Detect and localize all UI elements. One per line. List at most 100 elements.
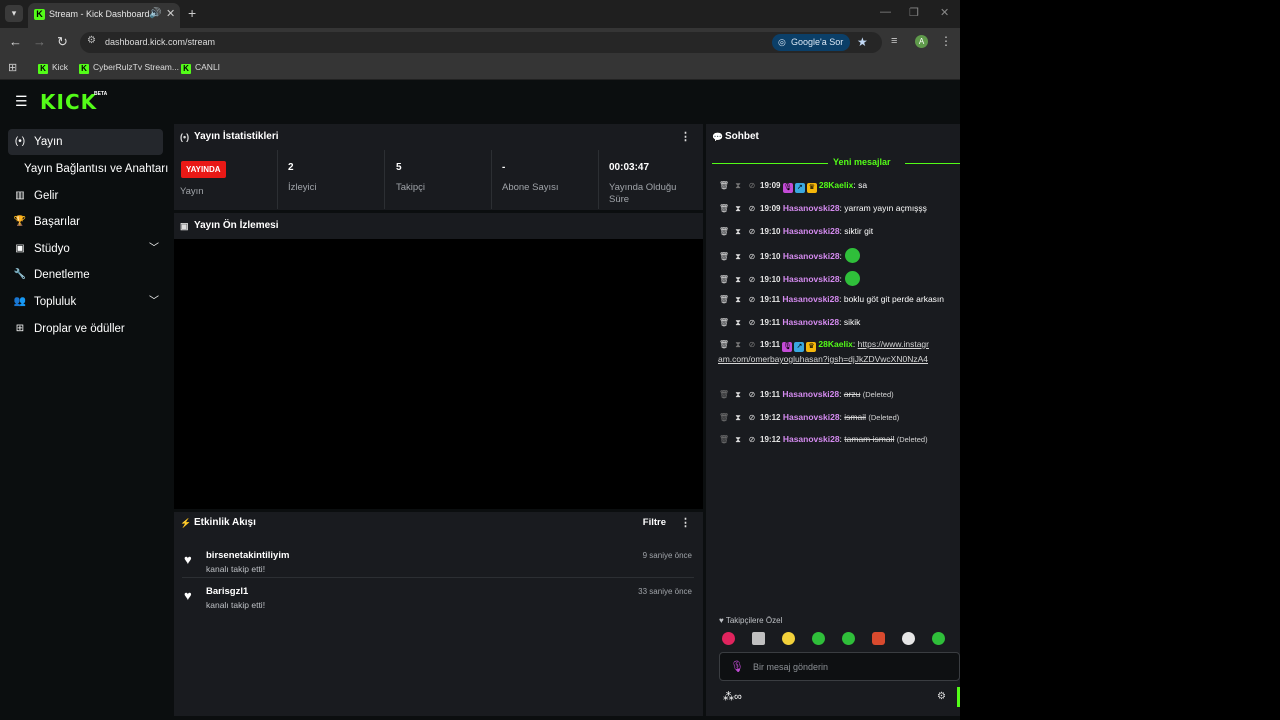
google-ask-button[interactable]: ◎ Google'a Sor	[772, 34, 850, 51]
trash-icon[interactable]: 🗑	[718, 295, 730, 304]
timeout-icon[interactable]: ⧗	[732, 227, 744, 237]
more-options-icon[interactable]: ⋮	[680, 124, 691, 150]
kick-header: ☰ KICK BETA	[0, 81, 960, 121]
hamburger-menu-icon[interactable]: ☰	[15, 93, 28, 110]
sidebar-item-label: Başarılar	[34, 216, 81, 228]
sidebar-item-droplar[interactable]: ⊞ Droplar ve ödüller	[8, 316, 163, 342]
ban-icon[interactable]: ⊘	[746, 318, 758, 327]
bookmark-star-icon[interactable]: ★	[857, 35, 868, 49]
ban-icon[interactable]: ⊘	[746, 227, 758, 236]
tab-search-button[interactable]: ▾	[5, 5, 23, 22]
emote-icon[interactable]	[812, 632, 825, 645]
trash-icon[interactable]: 🗑	[718, 252, 730, 261]
media-control-icon[interactable]: ≡	[891, 35, 897, 47]
more-options-icon[interactable]: ⋮	[680, 512, 691, 534]
timeout-icon[interactable]: ⧗	[732, 295, 744, 305]
emote-icon[interactable]	[872, 632, 885, 645]
emote-icon[interactable]	[722, 632, 735, 645]
chat-tools-icon[interactable]: ⁂∞	[723, 690, 742, 703]
timeout-icon[interactable]: ⧗	[732, 390, 744, 400]
trash-icon[interactable]: 🗑	[718, 275, 730, 284]
ban-icon[interactable]: ⊘	[746, 435, 758, 444]
sidebar-item-label: Denetleme	[34, 269, 90, 281]
ban-icon[interactable]: ⊘	[746, 338, 758, 352]
chat-username[interactable]: Hasanovski28	[782, 389, 839, 399]
back-icon[interactable]: ←	[9, 34, 22, 49]
sidebar-item-basarilar[interactable]: 🏆 Başarılar	[8, 209, 163, 235]
kick-logo[interactable]: KICK	[40, 90, 97, 114]
chat-username[interactable]: 28Kaelix	[819, 180, 854, 190]
trash-icon[interactable]: 🗑	[718, 435, 730, 444]
event-username[interactable]: birsenetakintiliyim	[206, 550, 289, 561]
chat-username[interactable]: Hasanovski28	[783, 251, 840, 261]
close-tab-icon[interactable]: ✕	[166, 7, 175, 20]
timeout-icon[interactable]: ⧗	[732, 252, 744, 262]
ban-icon[interactable]: ⊘	[746, 413, 758, 422]
trash-icon[interactable]: 🗑	[718, 181, 730, 190]
timeout-icon[interactable]: ⧗	[732, 413, 744, 423]
bookmark-cyberrulz[interactable]: K CyberRulzTv Stream...	[79, 62, 179, 74]
trash-icon[interactable]: 🗑	[718, 338, 730, 352]
emote-icon[interactable]	[752, 632, 765, 645]
sidebar-item-topluluk[interactable]: 👥 Topluluk ﹀	[8, 289, 163, 315]
ban-icon[interactable]: ⊘	[746, 181, 758, 190]
browser-tab[interactable]: K Stream - Kick Dashboard 🔊 ✕	[28, 3, 180, 28]
chat-username[interactable]: Hasanovski28	[783, 203, 840, 213]
chat-username[interactable]: Hasanovski28	[782, 317, 839, 327]
chat-username[interactable]: Hasanovski28	[783, 226, 840, 236]
emote-icon[interactable]	[782, 632, 795, 645]
gear-icon[interactable]: ⚙	[937, 691, 946, 702]
chat-message-input[interactable]: 🎙 Bir mesaj gönderin	[719, 652, 960, 681]
chat-username[interactable]: Hasanovski28	[782, 294, 839, 304]
sidebar-item-stream-key[interactable]: Yayın Bağlantısı ve Anahtarı	[8, 156, 168, 182]
audio-icon[interactable]: 🔊	[149, 8, 161, 19]
divider-line	[905, 163, 960, 164]
timeout-icon[interactable]: ⧗	[732, 275, 744, 285]
filter-button[interactable]: Filtre	[643, 512, 666, 534]
sidebar-item-yayin[interactable]: (•) Yayın	[8, 129, 163, 155]
trash-icon[interactable]: 🗑	[718, 204, 730, 213]
close-window-icon[interactable]: ✕	[940, 6, 949, 19]
emote-icon[interactable]	[902, 632, 915, 645]
ban-icon[interactable]: ⊘	[746, 275, 758, 284]
ban-icon[interactable]: ⊘	[746, 390, 758, 399]
chat-message: 🗑 ⧗ ⊘ 19:10 Hasanovski28: siktir git	[718, 226, 960, 237]
trash-icon[interactable]: 🗑	[718, 390, 730, 399]
event-username[interactable]: Barisgzl1	[206, 586, 248, 597]
trash-icon[interactable]: 🗑	[718, 318, 730, 327]
chat-username[interactable]: Hasanovski28	[783, 434, 840, 444]
ban-icon[interactable]: ⊘	[746, 252, 758, 261]
timeout-icon[interactable]: ⧗	[732, 181, 744, 191]
trash-icon[interactable]: 🗑	[718, 227, 730, 236]
chat-username[interactable]: 28Kaelix	[818, 339, 853, 349]
browser-menu-icon[interactable]: ⋮	[940, 34, 952, 48]
timeout-icon[interactable]: ⧗	[732, 318, 744, 328]
address-bar[interactable]: ⚙ dashboard.kick.com/stream ◎ Google'a S…	[80, 32, 882, 53]
minimize-icon[interactable]: —	[880, 6, 891, 18]
sidebar-item-gelir[interactable]: ▥ Gelir	[8, 183, 163, 209]
timeout-icon[interactable]: ⧗	[732, 204, 744, 214]
reload-icon[interactable]: ↻	[57, 34, 68, 50]
bookmark-kick[interactable]: K Kick	[38, 62, 68, 74]
new-tab-button[interactable]: +	[188, 5, 196, 21]
maximize-icon[interactable]: ❐	[909, 6, 919, 19]
profile-avatar[interactable]: A	[915, 35, 928, 48]
timeout-icon[interactable]: ⧗	[732, 435, 744, 445]
video-preview[interactable]	[174, 239, 703, 509]
site-info-icon[interactable]: ⚙	[87, 35, 96, 46]
timeout-icon[interactable]: ⧗	[732, 338, 744, 352]
sidebar-item-denetleme[interactable]: 🔧 Denetleme	[8, 262, 163, 288]
emote-icon[interactable]	[842, 632, 855, 645]
apps-grid-icon[interactable]: ⊞	[8, 61, 17, 74]
message-time: 19:11	[760, 340, 781, 349]
trash-icon[interactable]: 🗑	[718, 413, 730, 422]
emote-icon[interactable]	[932, 632, 945, 645]
forward-icon[interactable]: →	[33, 34, 46, 49]
ban-icon[interactable]: ⊘	[746, 295, 758, 304]
bookmark-canli[interactable]: K CANLI	[181, 62, 220, 74]
sidebar-item-studyo[interactable]: ▣ Stüdyo ﹀	[8, 236, 163, 262]
chat-username[interactable]: Hasanovski28	[783, 274, 840, 284]
chat-username[interactable]: Hasanovski28	[783, 412, 840, 422]
ban-icon[interactable]: ⊘	[746, 204, 758, 213]
bookmarks-bar: ⊞ K Kick K CyberRulzTv Stream... K CANLI	[0, 56, 960, 80]
